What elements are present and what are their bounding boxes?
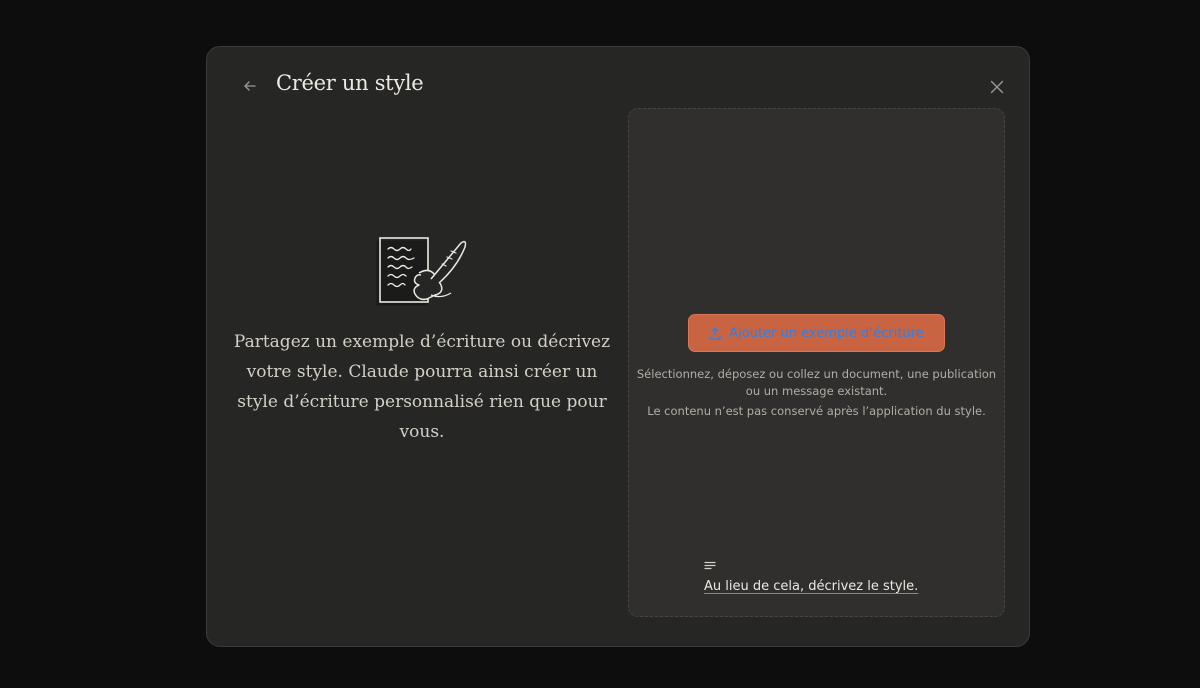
add-writing-sample-label: Ajouter un exemple d’écriture	[729, 325, 924, 341]
describe-style-label: Au lieu de cela, décrivez le style.	[704, 579, 919, 594]
upload-help-line-2: Le contenu n’est pas conservé après l’ap…	[647, 404, 986, 418]
create-style-dialog: Créer un style Partagez un exemple d’écr…	[206, 46, 1030, 647]
describe-style-link[interactable]: Au lieu de cela, décrivez le style.	[704, 556, 918, 594]
intro-text: Partagez un exemple d’écriture ou décriv…	[233, 332, 611, 442]
upload-icon	[709, 326, 721, 340]
arrow-left-icon	[244, 81, 256, 91]
upload-help-line-1: Sélectionnez, déposez ou collez un docum…	[636, 367, 997, 398]
upload-help: Sélectionnez, déposez ou collez un docum…	[629, 366, 1004, 423]
writing-hand-document-icon	[376, 237, 467, 306]
close-button[interactable]	[985, 75, 1009, 99]
intro-panel: Partagez un exemple d’écriture ou décriv…	[227, 237, 617, 447]
close-icon	[990, 80, 1004, 94]
upload-dropzone[interactable]: Ajouter un exemple d’écriture Sélectionn…	[628, 108, 1005, 617]
dialog-title: Créer un style	[276, 71, 424, 95]
back-button[interactable]	[237, 73, 263, 99]
text-lines-icon	[704, 561, 716, 570]
add-writing-sample-button[interactable]: Ajouter un exemple d’écriture	[688, 314, 945, 352]
